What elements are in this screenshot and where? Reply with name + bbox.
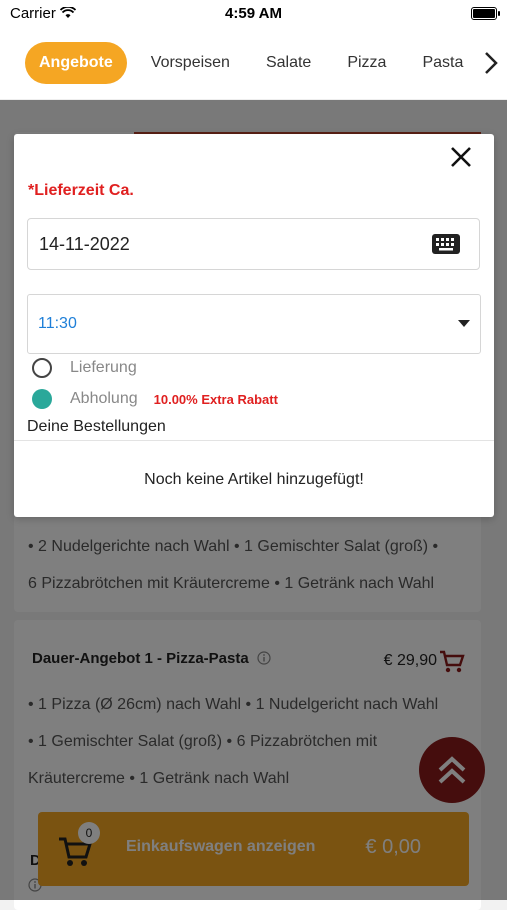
date-value: 14-11-2022 [39, 233, 130, 254]
date-field[interactable]: 14-11-2022 [27, 218, 480, 270]
option-delivery[interactable]: Lieferung [32, 358, 137, 378]
chevron-right-icon[interactable] [479, 44, 503, 82]
divider [14, 440, 494, 441]
time-value: 11:30 [38, 315, 77, 332]
category-nav: Angebote Vorspeisen Salate Pizza Pasta [0, 26, 507, 100]
category-tab-salate[interactable]: Salate [266, 54, 311, 72]
orders-heading: Deine Bestellungen [27, 418, 166, 435]
delivery-time-modal: *Lieferzeit Ca. 14-11-2022 11:30 Lieferu… [14, 134, 494, 517]
category-tab-pasta[interactable]: Pasta [422, 54, 463, 72]
keyboard-icon[interactable] [431, 233, 461, 255]
category-tab-pizza[interactable]: Pizza [347, 54, 386, 72]
close-icon [451, 147, 471, 167]
empty-cart-message: Noch keine Artikel hinzugefügt! [144, 471, 364, 488]
battery-icon [471, 7, 500, 20]
option-delivery-label: Lieferung [70, 359, 137, 376]
radio-delivery[interactable] [32, 358, 52, 378]
option-pickup[interactable]: Abholung 10.00% Extra Rabatt [32, 389, 278, 409]
delivery-time-label: *Lieferzeit Ca. [28, 182, 134, 199]
close-button[interactable] [446, 142, 476, 172]
category-tab-angebote[interactable]: Angebote [25, 41, 127, 84]
status-time: 4:59 AM [225, 4, 282, 22]
status-bar: Carrier 4:59 AM [0, 0, 507, 26]
category-tab-vorspeisen[interactable]: Vorspeisen [151, 54, 230, 72]
pickup-discount-badge: 10.00% Extra Rabatt [153, 391, 278, 407]
radio-pickup[interactable] [32, 389, 52, 409]
time-select[interactable]: 11:30 [27, 294, 481, 354]
caret-down-icon [458, 320, 470, 327]
option-pickup-label: Abholung [70, 390, 138, 407]
